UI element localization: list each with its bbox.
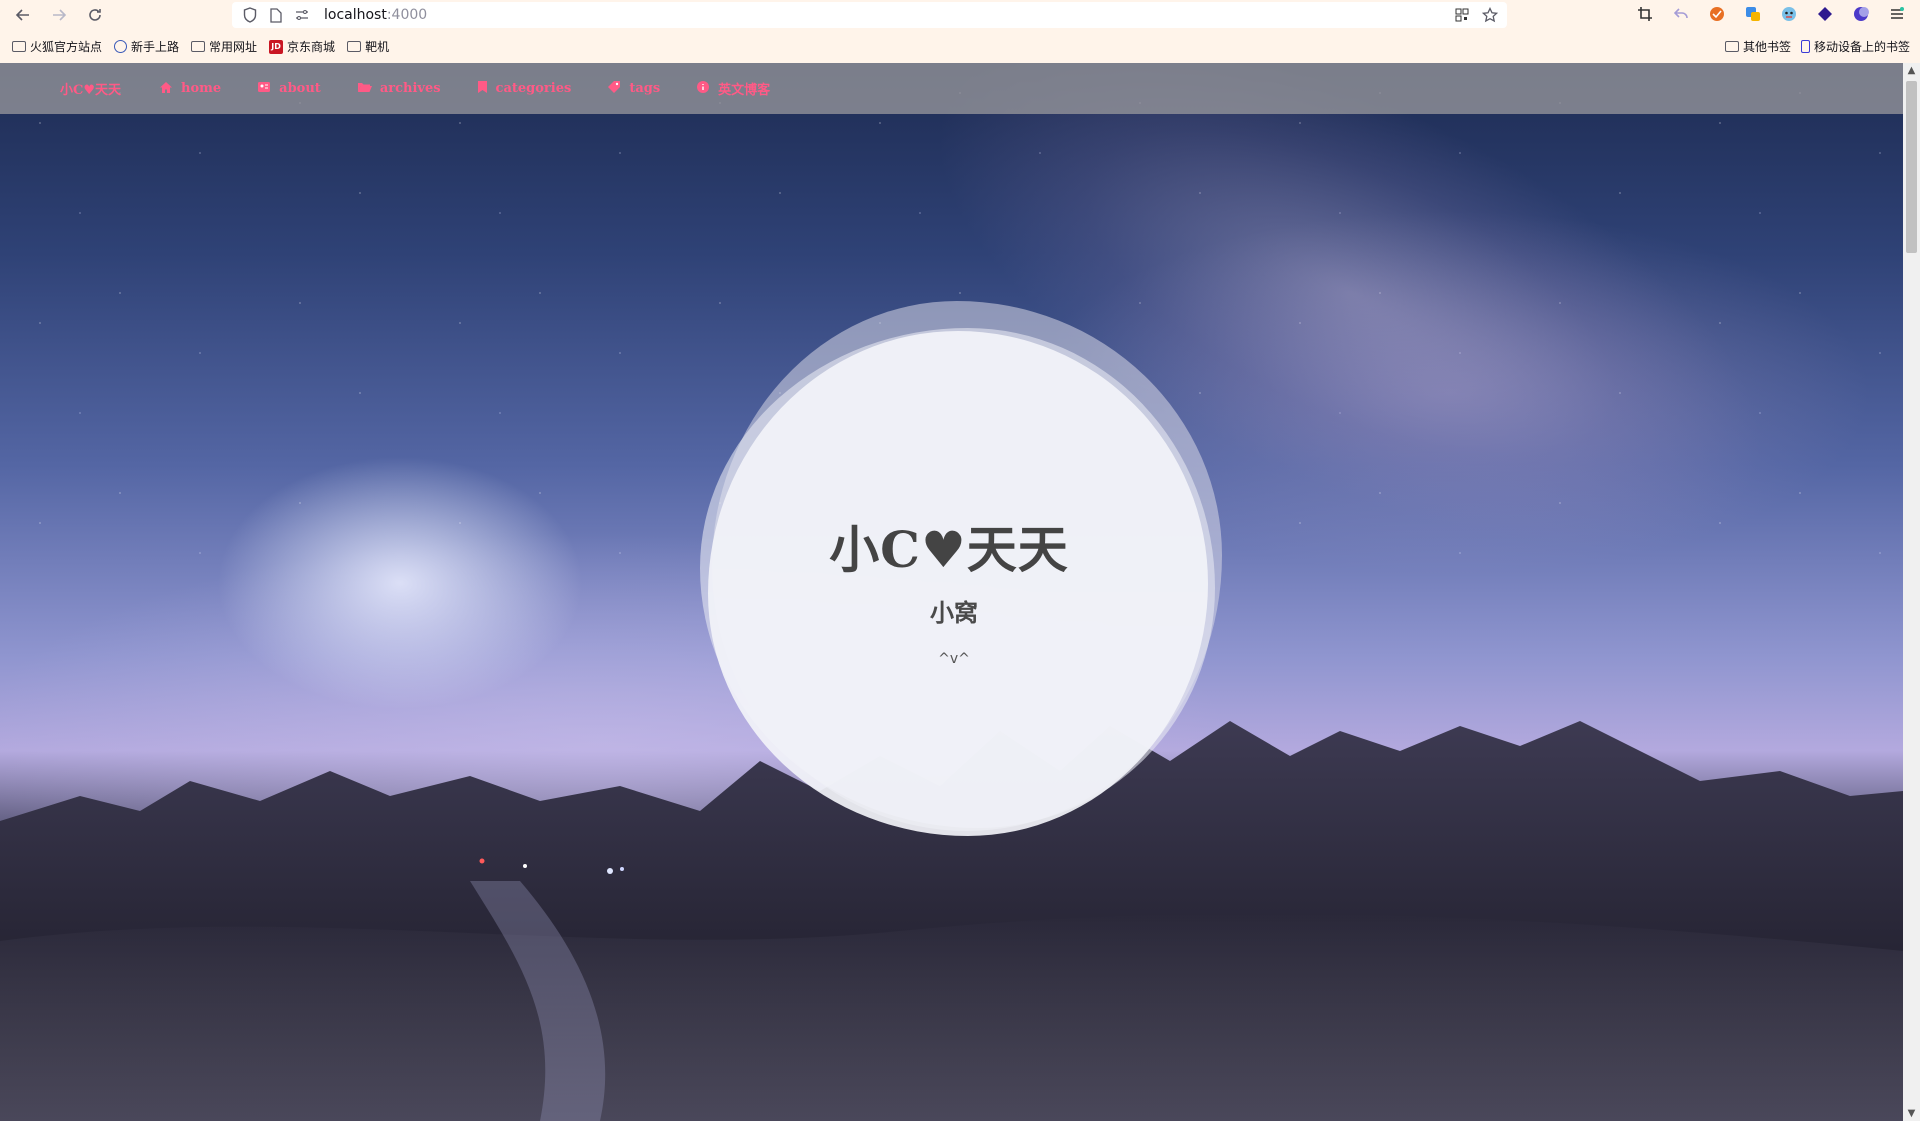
permissions-icon[interactable] <box>294 7 310 23</box>
forward-button[interactable] <box>48 4 70 26</box>
site-brand[interactable]: 小C♥天天 <box>60 79 121 98</box>
nav-tags[interactable]: tags <box>607 80 660 97</box>
bookmark-item[interactable]: 常用网址 <box>191 38 257 55</box>
bookmark-label: 京东商城 <box>287 40 336 54</box>
folder-icon <box>191 41 206 52</box>
shield-icon[interactable] <box>242 7 258 23</box>
nav-label: about <box>279 81 321 96</box>
nav-label: 英文博客 <box>718 83 771 98</box>
bookmark-item[interactable]: 新手上路 <box>114 38 179 55</box>
browser-toolbar: localhost:4000 <box>0 0 1920 30</box>
nav-label: home <box>181 81 222 96</box>
undo-extension-icon[interactable] <box>1672 4 1690 24</box>
home-icon <box>159 81 173 97</box>
moon-extension-icon[interactable] <box>1852 4 1870 24</box>
nav-categories[interactable]: categories <box>477 80 572 97</box>
url-text[interactable]: localhost:4000 <box>324 7 427 23</box>
url-bar[interactable]: localhost:4000 <box>232 2 1507 28</box>
bookmark-label: 新手上路 <box>131 40 180 54</box>
qr-code-icon[interactable] <box>1453 6 1471 24</box>
back-button[interactable] <box>12 4 34 26</box>
mobile-bookmarks[interactable]: 移动设备上的书签 <box>1800 38 1910 55</box>
nav-archives[interactable]: archives <box>357 81 441 96</box>
id-card-icon <box>257 81 271 96</box>
page-scrollbar[interactable]: ▲ ▼ <box>1903 63 1920 1121</box>
bookmark-star-icon[interactable] <box>1481 6 1499 24</box>
scroll-down-arrow-icon[interactable]: ▼ <box>1906 1108 1917 1119</box>
bookmark-label: 其他书签 <box>1742 40 1791 54</box>
hero-blob <box>708 331 1208 836</box>
bookmark-label: 靶机 <box>365 40 390 54</box>
bookmark-item[interactable]: JD 京东商城 <box>269 38 335 55</box>
menu-icon[interactable] <box>1888 4 1906 24</box>
bookmark-label: 火狐官方站点 <box>30 40 103 54</box>
translate-extension-icon[interactable] <box>1744 4 1762 24</box>
page-icon[interactable] <box>268 7 284 23</box>
reload-button[interactable] <box>84 4 106 26</box>
reload-icon <box>89 9 101 21</box>
nav-home[interactable]: home <box>159 81 221 97</box>
folder-icon <box>1724 41 1739 52</box>
hero-title: 小C♥天天 <box>829 520 1069 579</box>
bookmarks-right: 其他书签 移动设备上的书签 <box>1713 30 1910 63</box>
mascot-extension-icon[interactable] <box>1780 4 1798 24</box>
bookmark-item[interactable]: 火狐官方站点 <box>12 38 102 55</box>
nav-label: tags <box>629 81 661 96</box>
orange-extension-icon[interactable] <box>1708 4 1726 24</box>
nav-about[interactable]: about <box>257 81 321 96</box>
extension-icons <box>1636 4 1906 24</box>
back-arrow-icon <box>15 9 29 21</box>
hero-subtitle: 小窝 <box>930 599 978 627</box>
nav-english-blog[interactable]: 英文博客 <box>696 79 770 98</box>
bookmark-label: 移动设备上的书签 <box>1813 40 1910 54</box>
bookmark-icon <box>477 80 488 97</box>
bookmark-label: 常用网址 <box>209 40 258 54</box>
page-viewport: 小C♥天天 home about archives categories tag… <box>0 63 1903 1121</box>
screenshot-icon[interactable] <box>1636 4 1654 24</box>
diamond-extension-icon[interactable] <box>1816 4 1834 24</box>
scroll-up-arrow-icon[interactable]: ▲ <box>1906 65 1917 76</box>
other-bookmarks[interactable]: 其他书签 <box>1724 38 1791 55</box>
nav-label: categories <box>495 81 572 96</box>
tag-icon <box>607 80 621 97</box>
circle-info-icon <box>696 80 710 97</box>
url-host: localhost <box>324 7 387 23</box>
globe-icon <box>114 40 128 53</box>
mobile-icon <box>1800 40 1810 53</box>
folder-icon <box>12 41 26 52</box>
folder-open-icon <box>357 81 372 96</box>
bookmarks-bar: 火狐官方站点 新手上路 常用网址 JD 京东商城 靶机 其他书签 移动设备上的书… <box>0 30 1920 64</box>
jd-icon: JD <box>269 39 284 54</box>
url-port: :4000 <box>386 7 428 23</box>
bookmark-item[interactable]: 靶机 <box>347 38 389 55</box>
site-nav: 小C♥天天 home about archives categories tag… <box>0 63 1903 114</box>
folder-icon <box>347 41 362 52</box>
nav-label: archives <box>379 81 441 96</box>
scroll-thumb[interactable] <box>1906 81 1917 253</box>
forward-arrow-icon <box>53 9 67 21</box>
hero-emoticon: ^v^ <box>938 651 970 667</box>
